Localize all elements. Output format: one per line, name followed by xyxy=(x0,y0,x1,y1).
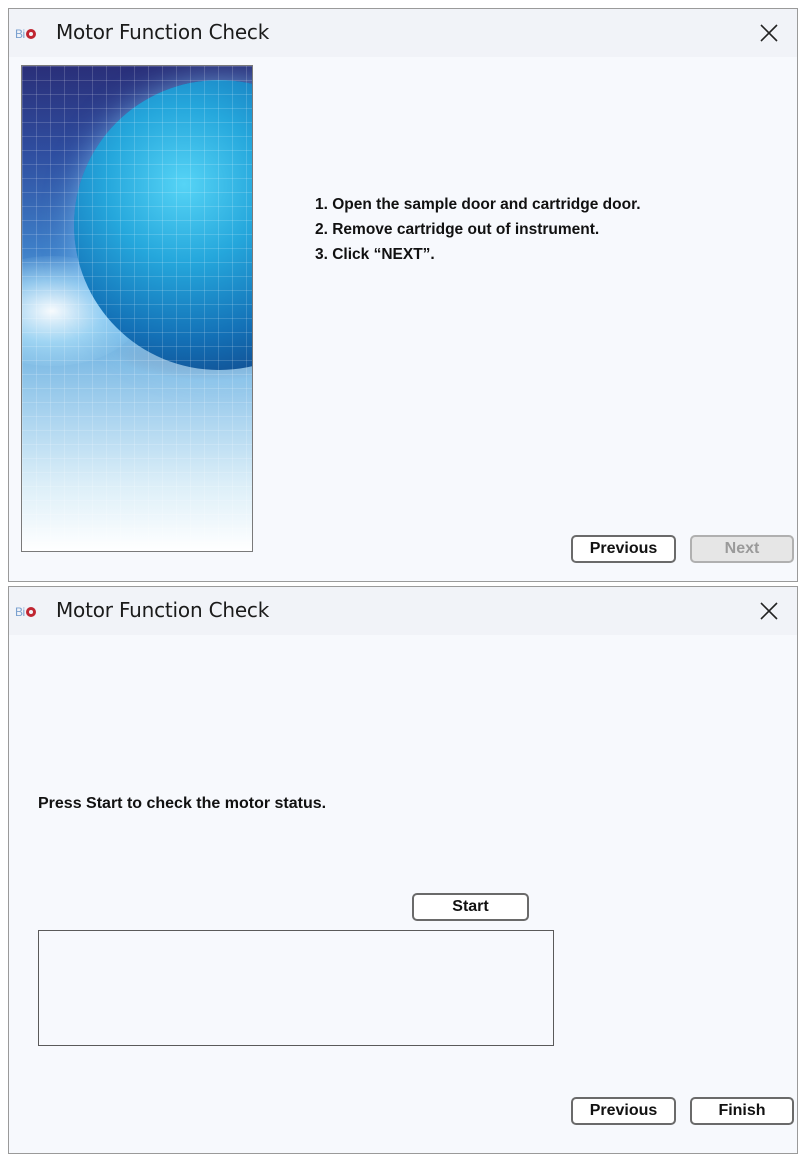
previous-button[interactable]: Previous xyxy=(571,1097,676,1125)
finish-button[interactable]: Finish xyxy=(690,1097,794,1125)
app-logo-icon: Bi xyxy=(15,603,36,621)
app-logo-text: Bi xyxy=(15,27,25,41)
instruction-list: 1. Open the sample door and cartridge do… xyxy=(315,192,641,267)
motor-check-window-step1: Bi Motor Function Check 1. Open the samp… xyxy=(8,8,798,582)
app-logo-text: Bi xyxy=(15,605,25,619)
window-title: Motor Function Check xyxy=(56,20,270,44)
instruction-item: 3. Click “NEXT”. xyxy=(315,246,435,263)
instruction-item: 1. Open the sample door and cartridge do… xyxy=(315,196,641,213)
close-icon xyxy=(760,602,778,620)
title-bar[interactable]: Bi Motor Function Check xyxy=(9,587,797,635)
start-button[interactable]: Start xyxy=(412,893,529,921)
motor-check-window-step2: Bi Motor Function Check Press Start to c… xyxy=(8,586,798,1154)
previous-button[interactable]: Previous xyxy=(571,535,676,563)
app-logo-ring xyxy=(25,29,36,39)
title-bar[interactable]: Bi Motor Function Check xyxy=(9,9,797,57)
image-grid xyxy=(22,66,252,551)
app-logo-icon: Bi xyxy=(15,25,36,43)
next-button[interactable]: Next xyxy=(690,535,794,563)
app-logo-ring xyxy=(25,607,36,617)
close-icon xyxy=(760,24,778,42)
close-button[interactable] xyxy=(741,9,797,57)
decorative-sphere-image xyxy=(21,65,253,552)
close-button[interactable] xyxy=(741,587,797,635)
motor-status-output xyxy=(38,930,554,1046)
instruction-item: 2. Remove cartridge out of instrument. xyxy=(315,221,600,238)
start-prompt-text: Press Start to check the motor status. xyxy=(38,795,327,812)
window-title: Motor Function Check xyxy=(56,598,270,622)
